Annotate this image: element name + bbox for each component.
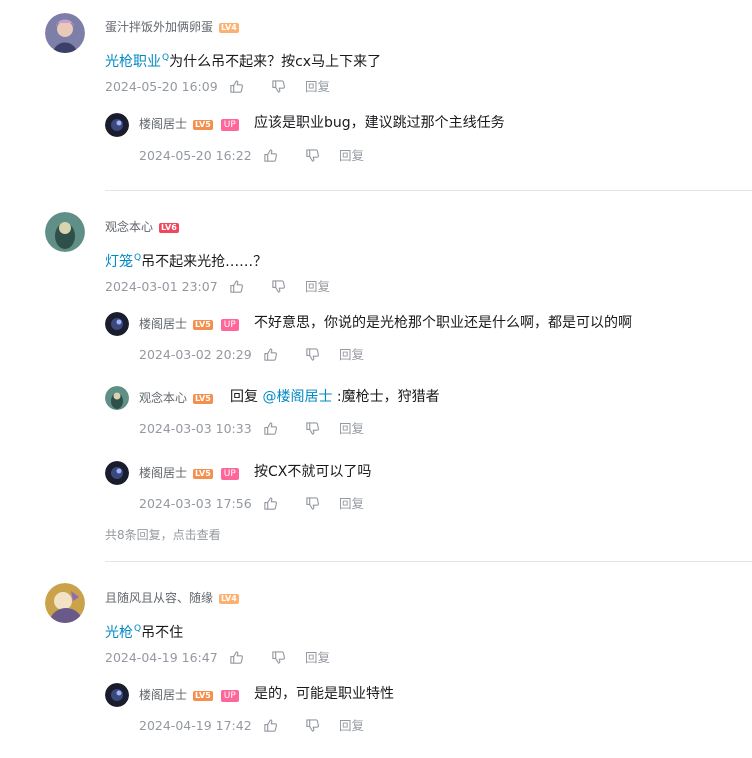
reply-text: 是的，可能是职业特性 xyxy=(254,686,394,702)
reply-meta: 2024-04-19 17:42 回复 xyxy=(139,718,399,734)
reply-text: :魔枪士，狩猎者 xyxy=(336,389,440,405)
reply-meta: 2024-03-03 17:56 回复 xyxy=(139,496,399,512)
reply-content: 回复 @楼阁居士 :魔枪士，狩猎者 xyxy=(230,387,440,407)
comment-text: 为什么吊不起来？按cx马上下来了 xyxy=(169,54,382,70)
avatar[interactable] xyxy=(105,461,129,485)
timestamp: 2024-04-19 16:47 xyxy=(105,650,218,665)
level-badge: LV4 xyxy=(219,594,239,604)
thumb-down-icon[interactable] xyxy=(305,496,320,511)
reply-text: 不好意思，你说的是光枪那个职业还是什么啊，都是可以的啊 xyxy=(254,315,632,331)
timestamp: 2024-03-03 17:56 xyxy=(139,496,252,511)
divider xyxy=(105,561,752,562)
thumb-up-icon[interactable] xyxy=(263,421,278,436)
username[interactable]: 蛋汁拌饭外加俩卵蛋 LV4 xyxy=(105,19,239,35)
reply-meta: 2024-03-03 10:33 回复 xyxy=(139,421,399,437)
username-text[interactable]: 且随风且从容、随缘 xyxy=(105,591,213,605)
search-link[interactable]: 灯笼 xyxy=(105,254,133,270)
thumb-up-icon[interactable] xyxy=(229,650,244,665)
comment-content: 光枪Q吊不住 xyxy=(105,619,183,643)
level-badge: LV5 xyxy=(193,691,213,701)
reply-meta: 2024-03-02 20:29 回复 xyxy=(139,347,399,363)
avatar[interactable] xyxy=(105,683,129,707)
username[interactable]: 观念本心 LV6 xyxy=(105,219,179,235)
thumb-down-icon[interactable] xyxy=(305,347,320,362)
thumb-down-icon[interactable] xyxy=(305,148,320,163)
reply-button[interactable]: 回复 xyxy=(339,718,364,734)
thumb-up-icon[interactable] xyxy=(263,347,278,362)
level-badge: LV5 xyxy=(193,394,213,404)
comment-content: 灯笼Q吊不起来光抢……？ xyxy=(105,248,267,272)
username[interactable]: 且随风且从容、随缘 LV4 xyxy=(105,590,239,606)
avatar[interactable] xyxy=(105,386,129,410)
timestamp: 2024-05-20 16:09 xyxy=(105,79,218,94)
up-badge: UP xyxy=(220,468,239,480)
level-badge: LV5 xyxy=(193,469,213,479)
up-badge: UP xyxy=(220,690,239,702)
level-badge: LV5 xyxy=(193,320,213,330)
level-badge: LV5 xyxy=(193,120,213,130)
view-more-button[interactable]: 点击查看 xyxy=(173,528,221,542)
avatar[interactable] xyxy=(45,212,85,252)
thumb-down-icon[interactable] xyxy=(305,421,320,436)
up-badge: UP xyxy=(220,319,239,331)
thumb-down-icon[interactable] xyxy=(271,79,286,94)
timestamp: 2024-03-02 20:29 xyxy=(139,347,252,362)
reply-button[interactable]: 回复 xyxy=(305,279,330,295)
avatar[interactable] xyxy=(45,13,85,53)
username-text[interactable]: 蛋汁拌饭外加俩卵蛋 xyxy=(105,20,213,34)
reply-text: 按CX不就可以了吗 xyxy=(254,464,372,480)
comment-meta: 2024-04-19 16:47 回复 xyxy=(105,650,365,666)
timestamp: 2024-05-20 16:22 xyxy=(139,148,252,163)
view-more-replies: 共8条回复，点击查看 xyxy=(105,527,221,543)
thumb-up-icon[interactable] xyxy=(263,496,278,511)
thumb-down-icon[interactable] xyxy=(305,718,320,733)
timestamp: 2024-04-19 17:42 xyxy=(139,718,252,733)
reply-button[interactable]: 回复 xyxy=(339,421,364,437)
username-text[interactable]: 楼阁居士 xyxy=(139,466,187,480)
timestamp: 2024-03-03 10:33 xyxy=(139,421,252,436)
username[interactable]: 楼阁居士 LV5 UP xyxy=(139,316,239,332)
username[interactable]: 楼阁居士 LV5 UP xyxy=(139,687,239,703)
level-badge: LV4 xyxy=(219,23,239,33)
thumb-up-icon[interactable] xyxy=(263,718,278,733)
mention-link[interactable]: @楼阁居士 xyxy=(262,389,332,405)
comment-content: 光枪职业Q为什么吊不起来？按cx马上下来了 xyxy=(105,48,381,72)
reply-button[interactable]: 回复 xyxy=(305,79,330,95)
username[interactable]: 楼阁居士 LV5 UP xyxy=(139,465,239,481)
up-badge: UP xyxy=(220,119,239,131)
reply-button[interactable]: 回复 xyxy=(339,347,364,363)
timestamp: 2024-03-01 23:07 xyxy=(105,279,218,294)
reply-text: 应该是职业bug，建议跳过那个主线任务 xyxy=(254,115,505,131)
reply-button[interactable]: 回复 xyxy=(305,650,330,666)
username-text[interactable]: 观念本心 xyxy=(105,220,153,234)
username-text[interactable]: 观念本心 xyxy=(139,391,187,405)
level-badge: LV6 xyxy=(159,223,179,233)
comment-text: 吊不起来光抢……？ xyxy=(141,254,268,270)
username-text[interactable]: 楼阁居士 xyxy=(139,317,187,331)
username[interactable]: 楼阁居士 LV5 UP xyxy=(139,116,239,132)
divider xyxy=(105,190,752,191)
reply-button[interactable]: 回复 xyxy=(339,148,364,164)
reply-count: 共8条回复， xyxy=(105,528,173,542)
comment-text: 吊不住 xyxy=(141,625,184,641)
username-text[interactable]: 楼阁居士 xyxy=(139,688,187,702)
search-link[interactable]: 光枪职业 xyxy=(105,54,161,70)
comment-meta: 2024-03-01 23:07 回复 xyxy=(105,279,365,295)
avatar[interactable] xyxy=(45,583,85,623)
thumb-up-icon[interactable] xyxy=(229,79,244,94)
thumb-up-icon[interactable] xyxy=(229,279,244,294)
comment-meta: 2024-05-20 16:09 回复 xyxy=(105,79,365,95)
avatar[interactable] xyxy=(105,312,129,336)
thumb-up-icon[interactable] xyxy=(263,148,278,163)
username[interactable]: 观念本心 LV5 xyxy=(139,390,213,406)
thumb-down-icon[interactable] xyxy=(271,279,286,294)
thumb-down-icon[interactable] xyxy=(271,650,286,665)
avatar[interactable] xyxy=(105,113,129,137)
reply-prefix: 回复 xyxy=(230,389,258,405)
username-text[interactable]: 楼阁居士 xyxy=(139,117,187,131)
reply-meta: 2024-05-20 16:22 回复 xyxy=(139,148,399,164)
search-link[interactable]: 光枪 xyxy=(105,625,133,641)
reply-button[interactable]: 回复 xyxy=(339,496,364,512)
